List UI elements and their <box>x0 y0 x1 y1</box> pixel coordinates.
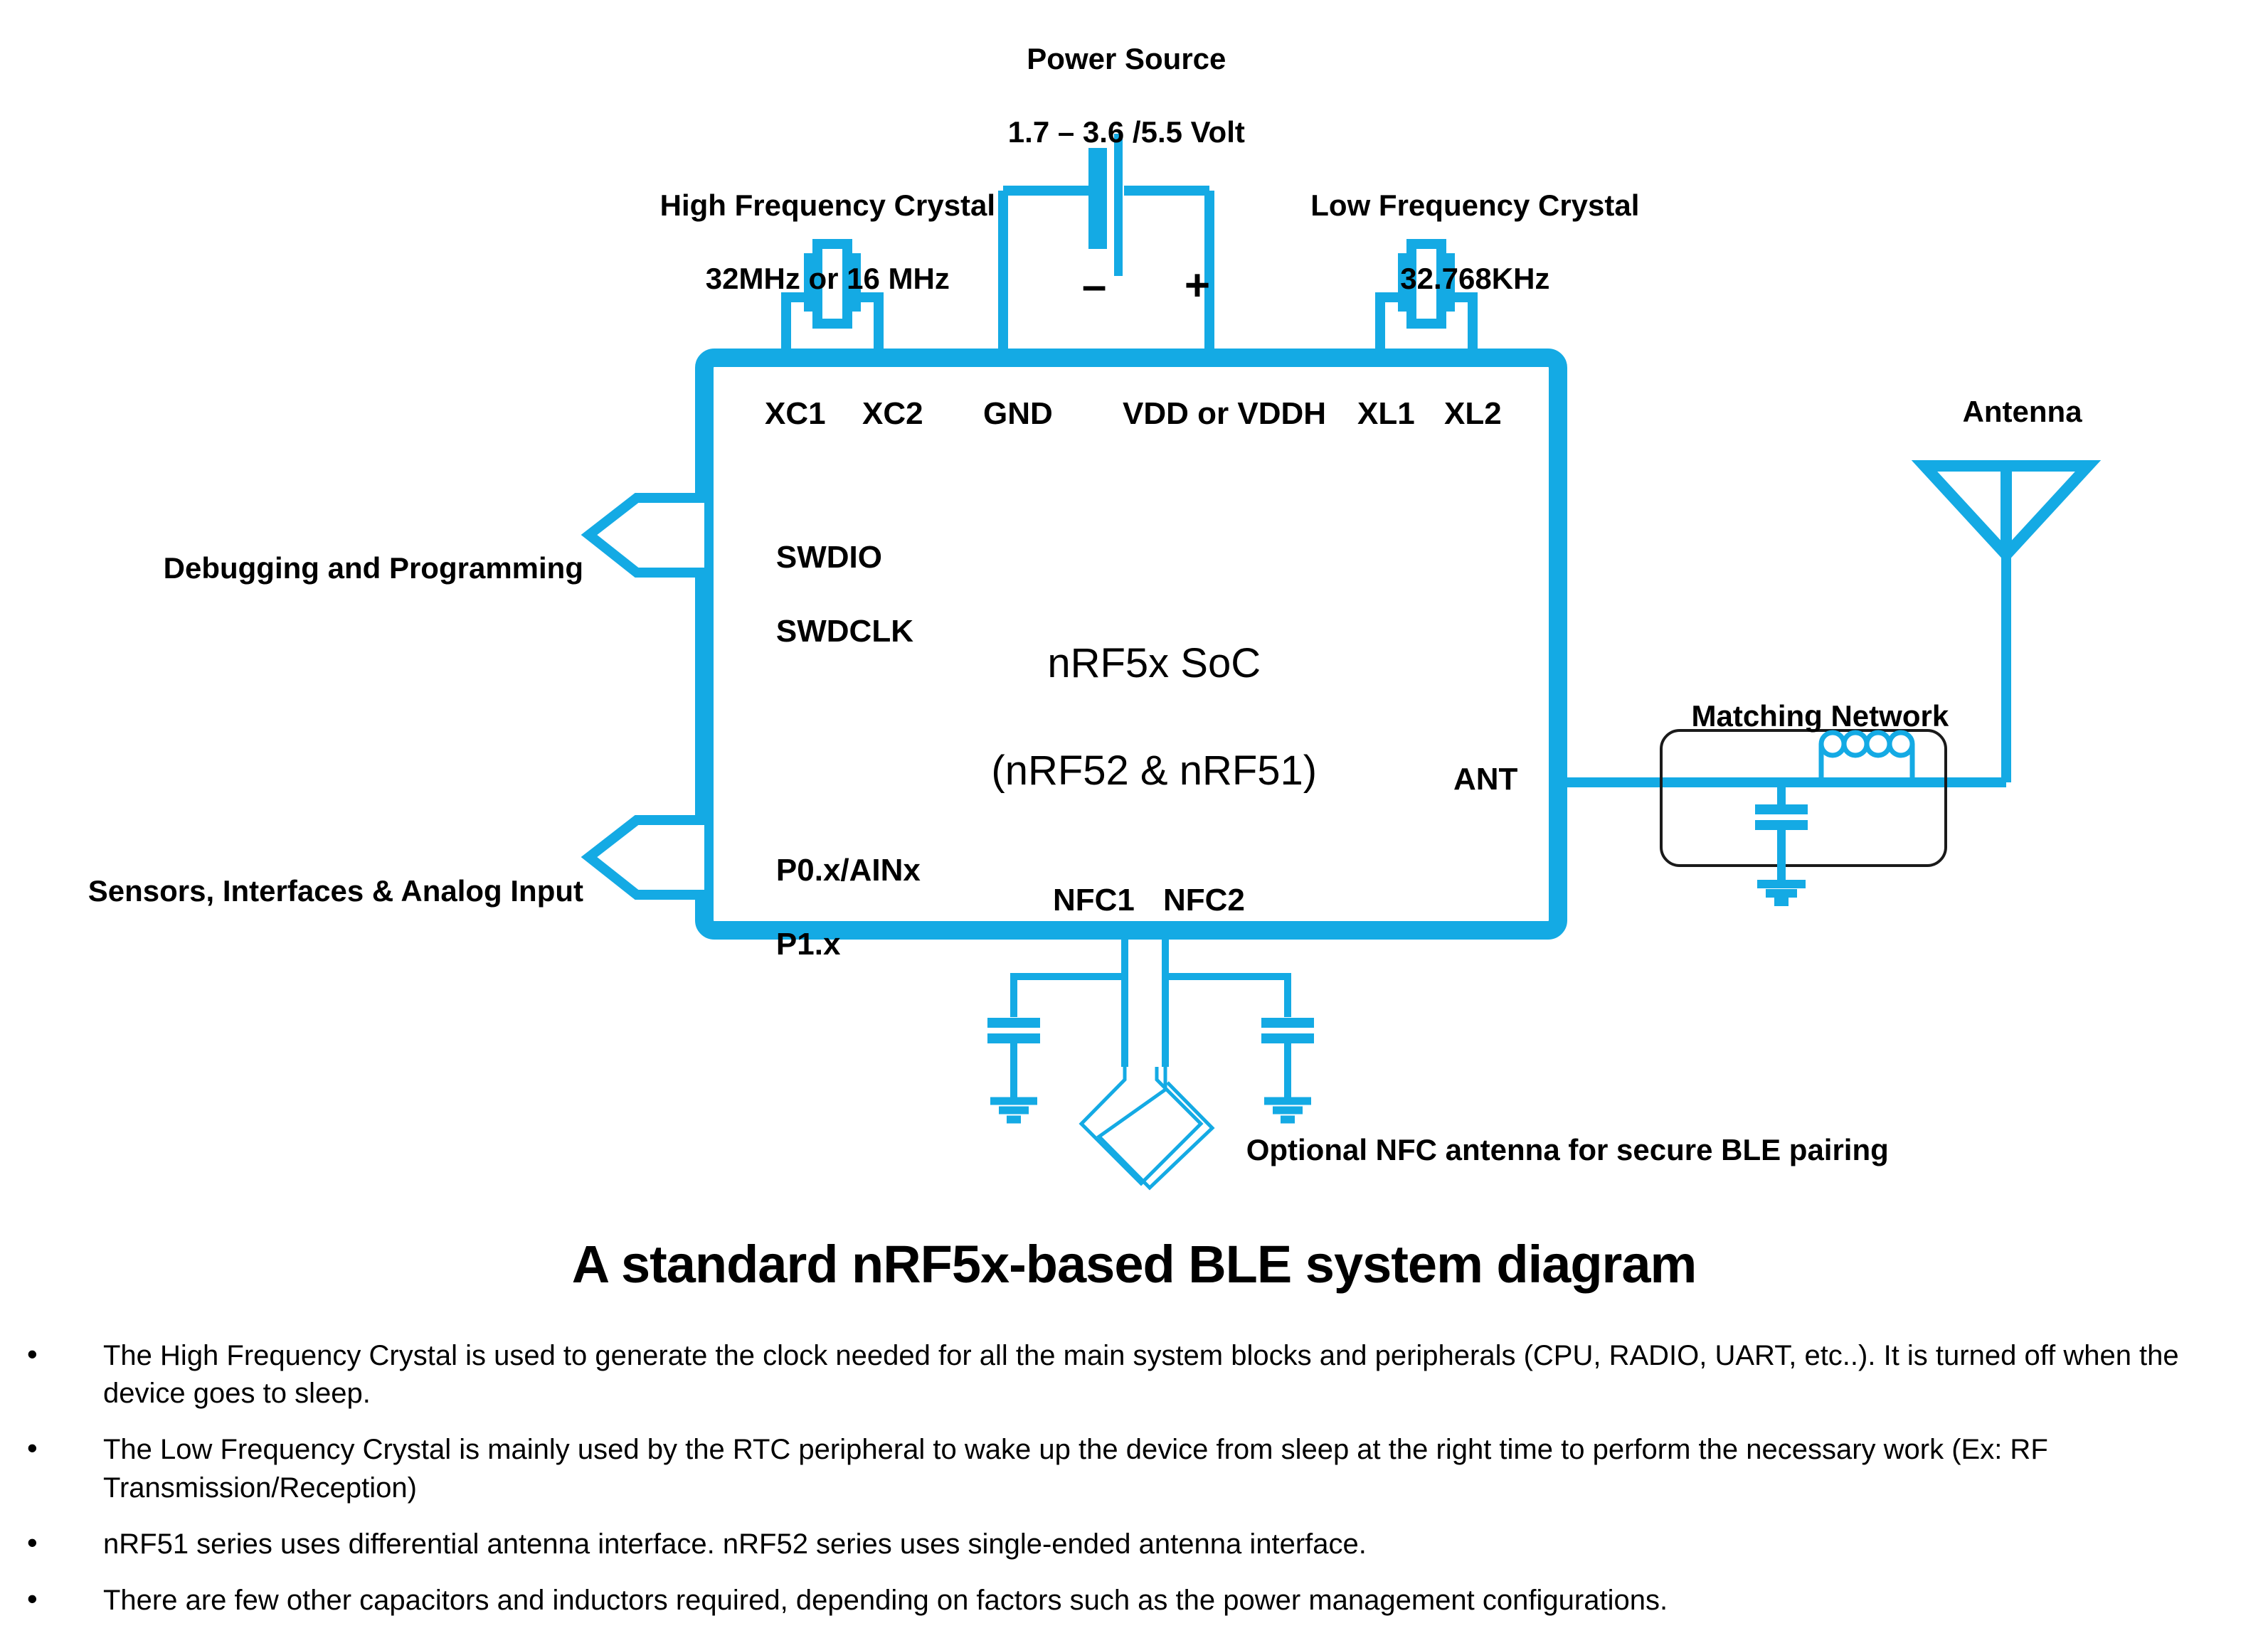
pin-label-vdd: VDD or VDDH <box>1123 396 1327 431</box>
pin-label-xl1: XL1 <box>1357 396 1415 431</box>
nfc-antenna-note: Optional NFC antenna for secure BLE pair… <box>1246 1133 1889 1167</box>
battery-plus-sign: + <box>1184 260 1211 310</box>
pin-label-gnd: GND <box>983 396 1053 431</box>
pin-label-xc2: XC2 <box>862 396 923 431</box>
note-item: The High Frequency Crystal is used to ge… <box>0 1334 2268 1413</box>
matching-network-label: Matching Network <box>1691 699 1949 733</box>
note-item: There are few other capacitors and induc… <box>0 1579 2268 1620</box>
pin-label-nfc1: NFC1 <box>1053 883 1135 918</box>
battery-minus-sign: – <box>1081 260 1107 310</box>
pin-label-nfc2: NFC2 <box>1163 883 1245 918</box>
sensors-arrow-symbol <box>581 815 704 900</box>
soc-chip-label: nRF5x SoC (nRF52 & nRF51) <box>991 640 1318 794</box>
nfc1-capacitor <box>987 1018 1040 1124</box>
debug-arrow-symbol <box>581 493 704 578</box>
debug-and-programming-label: Debugging and Programming <box>163 551 583 585</box>
lf-crystal-label: Low Frequency Crystal 32.768KHz <box>1310 188 1640 295</box>
matching-network-capacitor <box>1755 782 1808 906</box>
pin-label-xc1: XC1 <box>765 396 826 431</box>
antenna-label: Antenna <box>1962 395 2082 429</box>
nfc-loop-antenna <box>1079 1067 1215 1191</box>
notes-list: The High Frequency Crystal is used to ge… <box>0 1334 2268 1638</box>
note-item: The Low Frequency Crystal is mainly used… <box>0 1428 2268 1506</box>
pin-label-xl2: XL2 <box>1444 396 1502 431</box>
note-item: nRF51 series uses differential antenna i… <box>0 1523 2268 1563</box>
diagram-caption: A standard nRF5x-based BLE system diagra… <box>571 1235 1697 1294</box>
hf-crystal-label: High Frequency Crystal 32MHz or 16 MHz <box>659 188 996 295</box>
sensors-interfaces-label: Sensors, Interfaces & Analog Input <box>88 874 583 908</box>
diagram-page: Power Source 1.7 – 3.6 /5.5 Volt High Fr… <box>0 0 2268 1619</box>
